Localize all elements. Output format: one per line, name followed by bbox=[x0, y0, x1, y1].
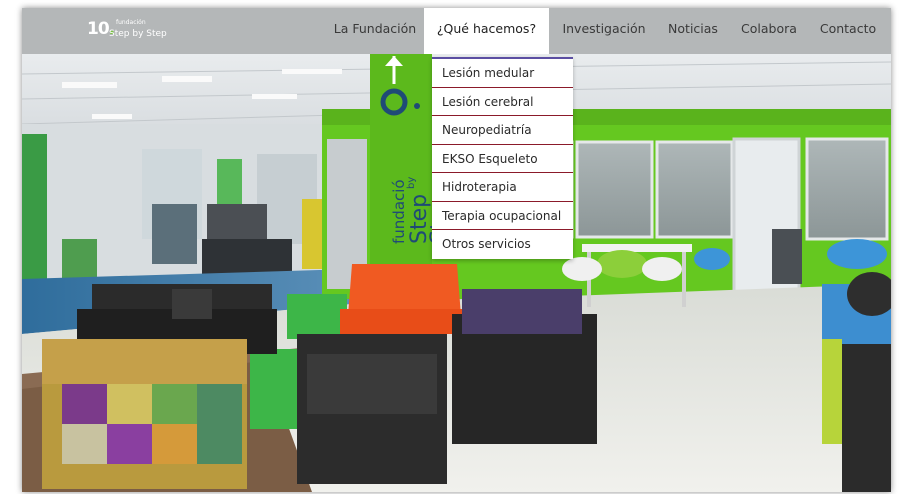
dropdown-item-terapia-ocupacional[interactable]: Terapia ocupacional bbox=[432, 202, 573, 230]
que-hacemos-dropdown: Lesión medular Lesión cerebral Neuropedi… bbox=[432, 57, 573, 259]
dropdown-item-lesion-cerebral[interactable]: Lesión cerebral bbox=[432, 88, 573, 116]
main-nav: La Fundación ¿Qué hacemos? Investigación… bbox=[22, 8, 891, 54]
dropdown-item-lesion-medular[interactable]: Lesión medular bbox=[432, 59, 573, 88]
dropdown-item-ekso-esqueleto[interactable]: EKSO Esqueleto bbox=[432, 145, 573, 173]
browser-frame: 10. fundación Step by Step La Fundación … bbox=[22, 8, 891, 492]
nav-noticias[interactable]: Noticias bbox=[661, 8, 725, 54]
dropdown-item-otros-servicios[interactable]: Otros servicios bbox=[432, 230, 573, 259]
nav-la-fundacion[interactable]: La Fundación bbox=[326, 8, 424, 54]
site-header: 10. fundación Step by Step La Fundación … bbox=[22, 8, 891, 54]
nav-colabora[interactable]: Colabora bbox=[736, 8, 802, 54]
nav-investigacion[interactable]: Investigación bbox=[557, 8, 651, 54]
dropdown-item-hidroterapia[interactable]: Hidroterapia bbox=[432, 173, 573, 202]
pillar-sign-text: fundació bbox=[390, 179, 408, 244]
nav-contacto[interactable]: Contacto bbox=[813, 8, 883, 54]
pillar-sign-by: by bbox=[406, 176, 417, 189]
dropdown-item-neuropediatria[interactable]: Neuropediatría bbox=[432, 116, 573, 145]
nav-que-hacemos[interactable]: ¿Qué hacemos? bbox=[424, 8, 549, 54]
